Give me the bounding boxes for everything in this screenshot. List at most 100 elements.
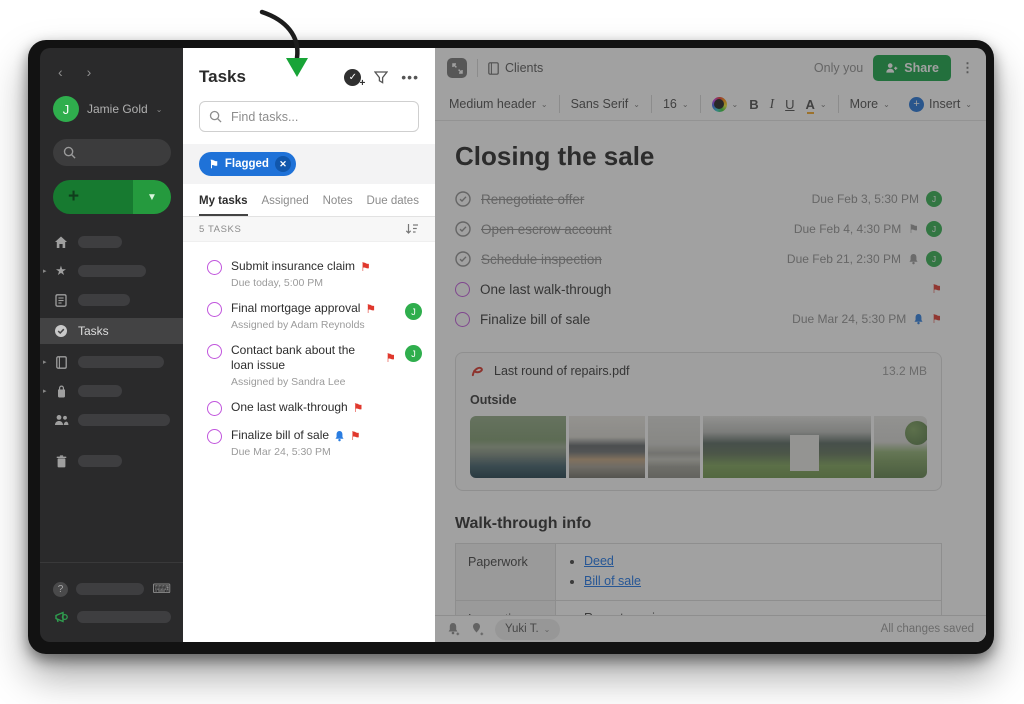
new-note-dropdown[interactable]: ▼ <box>133 180 171 214</box>
italic-button[interactable]: I <box>770 96 775 112</box>
sidebar-item-notebooks[interactable]: ▸ <box>40 351 183 373</box>
task-checkbox[interactable] <box>207 401 222 416</box>
bold-button[interactable]: B <box>749 97 758 112</box>
sidebar-item-notes[interactable] <box>40 289 183 311</box>
new-note-button[interactable]: + ▼ <box>53 180 171 214</box>
task-checkbox[interactable] <box>207 302 222 317</box>
underline-button[interactable]: U <box>785 97 794 112</box>
note-task-row[interactable]: Open escrow account Due Feb 4, 4:30 PM ⚑… <box>455 214 942 244</box>
flagged-filter-chip[interactable]: ⚑ Flagged ✕ <box>199 152 296 176</box>
notebook-icon <box>53 356 69 369</box>
sidebar-search-input[interactable] <box>53 139 171 166</box>
more-options-icon[interactable]: ••• <box>401 69 419 85</box>
more-formatting-button[interactable]: More⌄ <box>850 97 890 111</box>
tab-due-dates[interactable]: Due dates <box>367 185 419 216</box>
chip-label: Flagged <box>225 158 269 170</box>
note-task-row[interactable]: Finalize bill of sale Due Mar 24, 5:30 P… <box>455 304 942 334</box>
search-icon <box>209 110 222 123</box>
task-count: 5 TASKS <box>199 224 241 235</box>
account-switcher[interactable]: J Jamie Gold ⌄ <box>40 80 183 122</box>
checked-circle-icon[interactable] <box>455 221 471 237</box>
app-window: ‹ › J Jamie Gold ⌄ + ▼ <box>28 40 994 654</box>
sidebar-item-shortcuts[interactable]: ▸ ★ <box>40 260 183 282</box>
font-size-select[interactable]: 16⌄ <box>663 97 689 111</box>
table-cell[interactable]: Recent repairs Doors and windows Applian… <box>556 601 941 615</box>
sidebar-item-tasks[interactable]: Tasks <box>40 318 183 344</box>
skeleton-placeholder <box>78 265 146 277</box>
flag-icon: ⚑ <box>350 430 361 442</box>
sidebar-item-shared[interactable] <box>40 409 183 431</box>
photo-topiary-wall[interactable] <box>874 416 927 478</box>
task-row[interactable]: One last walk-through⚑ <box>183 394 435 422</box>
forward-icon[interactable]: › <box>87 64 92 80</box>
table-header-cell[interactable]: Inspection list <box>456 601 556 615</box>
keyboard-icon[interactable]: ⌨ <box>152 581 171 597</box>
sidebar-item-trash[interactable] <box>40 450 183 472</box>
pin-plus-icon[interactable] <box>471 622 484 636</box>
sort-icon[interactable] <box>405 223 419 235</box>
task-checkbox[interactable] <box>207 260 222 275</box>
tab-notes[interactable]: Notes <box>323 185 353 216</box>
annotation-arrow-icon <box>240 2 330 86</box>
photo-garden-pool[interactable] <box>470 416 566 478</box>
expand-chevron-icon[interactable]: ▸ <box>43 267 47 275</box>
share-button[interactable]: Share <box>873 55 951 81</box>
note-title[interactable]: Closing the sale <box>455 141 942 172</box>
task-title: Schedule inspection <box>481 252 602 267</box>
flag-icon: ⚑ <box>360 261 371 273</box>
task-row[interactable]: Finalize bill of sale ⚑ Due Mar 24, 5:30… <box>183 422 435 464</box>
notebook-breadcrumb[interactable]: Clients <box>488 61 543 75</box>
photo-hedge-pillar[interactable] <box>703 416 871 478</box>
tab-my-tasks[interactable]: My tasks <box>199 185 248 216</box>
note-task-row[interactable]: Schedule inspection Due Feb 21, 2:30 PM … <box>455 244 942 274</box>
task-checkbox[interactable] <box>455 282 470 297</box>
add-task-icon[interactable]: ✓ <box>344 69 361 86</box>
task-checkbox[interactable] <box>455 312 470 327</box>
highlight-button[interactable]: A⌄ <box>806 97 827 112</box>
note-task-row[interactable]: Renegotiate offer Due Feb 3, 5:30 PM J <box>455 184 942 214</box>
whats-new-item[interactable] <box>53 605 171 629</box>
note-menu-icon[interactable]: ⋮ <box>961 60 974 76</box>
note-body[interactable]: Closing the sale Renegotiate offer Due F… <box>435 121 986 615</box>
chevron-down-icon: ⌄ <box>156 105 163 114</box>
sidebar-item-home[interactable] <box>40 231 183 253</box>
font-family-select[interactable]: Sans Serif⌄ <box>571 97 640 111</box>
checked-circle-icon[interactable] <box>455 251 471 267</box>
find-tasks-search[interactable] <box>199 101 419 132</box>
bell-plus-icon[interactable] <box>447 622 460 636</box>
close-icon[interactable]: ✕ <box>275 156 291 172</box>
task-row[interactable]: Submit insurance claim⚑ Due today, 5:00 … <box>183 253 435 295</box>
task-row[interactable]: Final mortgage approval⚑ Assigned by Ada… <box>183 295 435 337</box>
table-cell[interactable]: Deed Bill of sale <box>556 544 941 600</box>
expand-note-icon[interactable] <box>447 58 467 78</box>
assignee-avatar: J <box>405 303 422 320</box>
help-menu[interactable]: ? ⌨ <box>53 577 171 601</box>
task-checkbox[interactable] <box>207 429 222 444</box>
collaborator-pill[interactable]: Yuki T. ⌄ <box>495 619 560 640</box>
expand-chevron-icon[interactable]: ▸ <box>43 358 47 366</box>
filter-icon[interactable] <box>374 71 388 84</box>
link[interactable]: Deed <box>584 554 614 568</box>
sidebar-item-spaces[interactable]: ▸ <box>40 380 183 402</box>
task-row[interactable]: Contact bank about the loan issue⚑ Assig… <box>183 337 435 394</box>
photo-patio-chairs[interactable] <box>569 416 645 478</box>
table-header-cell[interactable]: Paperwork <box>456 544 556 600</box>
font-color-picker[interactable]: ⌄ <box>712 97 739 112</box>
checked-circle-icon[interactable] <box>455 191 471 207</box>
search-input[interactable] <box>229 109 409 125</box>
expand-chevron-icon[interactable]: ▸ <box>43 387 47 395</box>
task-assigned-by: Assigned by Adam Reynolds <box>231 319 396 331</box>
block-style-select[interactable]: Medium header⌄ <box>449 97 548 111</box>
note-task-row[interactable]: One last walk-through ⚑ <box>455 274 942 304</box>
flag-icon: ⚑ <box>385 352 396 364</box>
back-icon[interactable]: ‹ <box>58 64 63 80</box>
insert-button[interactable]: + Insert⌄ <box>909 97 972 112</box>
pdf-attachment[interactable]: Last round of repairs.pdf 13.2 MB <box>470 363 927 378</box>
tab-assigned[interactable]: Assigned <box>261 185 308 216</box>
task-due: Due Feb 21, 2:30 PM <box>787 252 901 266</box>
task-checkbox[interactable] <box>207 344 222 359</box>
link[interactable]: Bill of sale <box>584 574 641 588</box>
photo-doorway-steps[interactable] <box>648 416 700 478</box>
task-assigned-by: Assigned by Sandra Lee <box>231 376 396 388</box>
divider <box>700 95 701 113</box>
